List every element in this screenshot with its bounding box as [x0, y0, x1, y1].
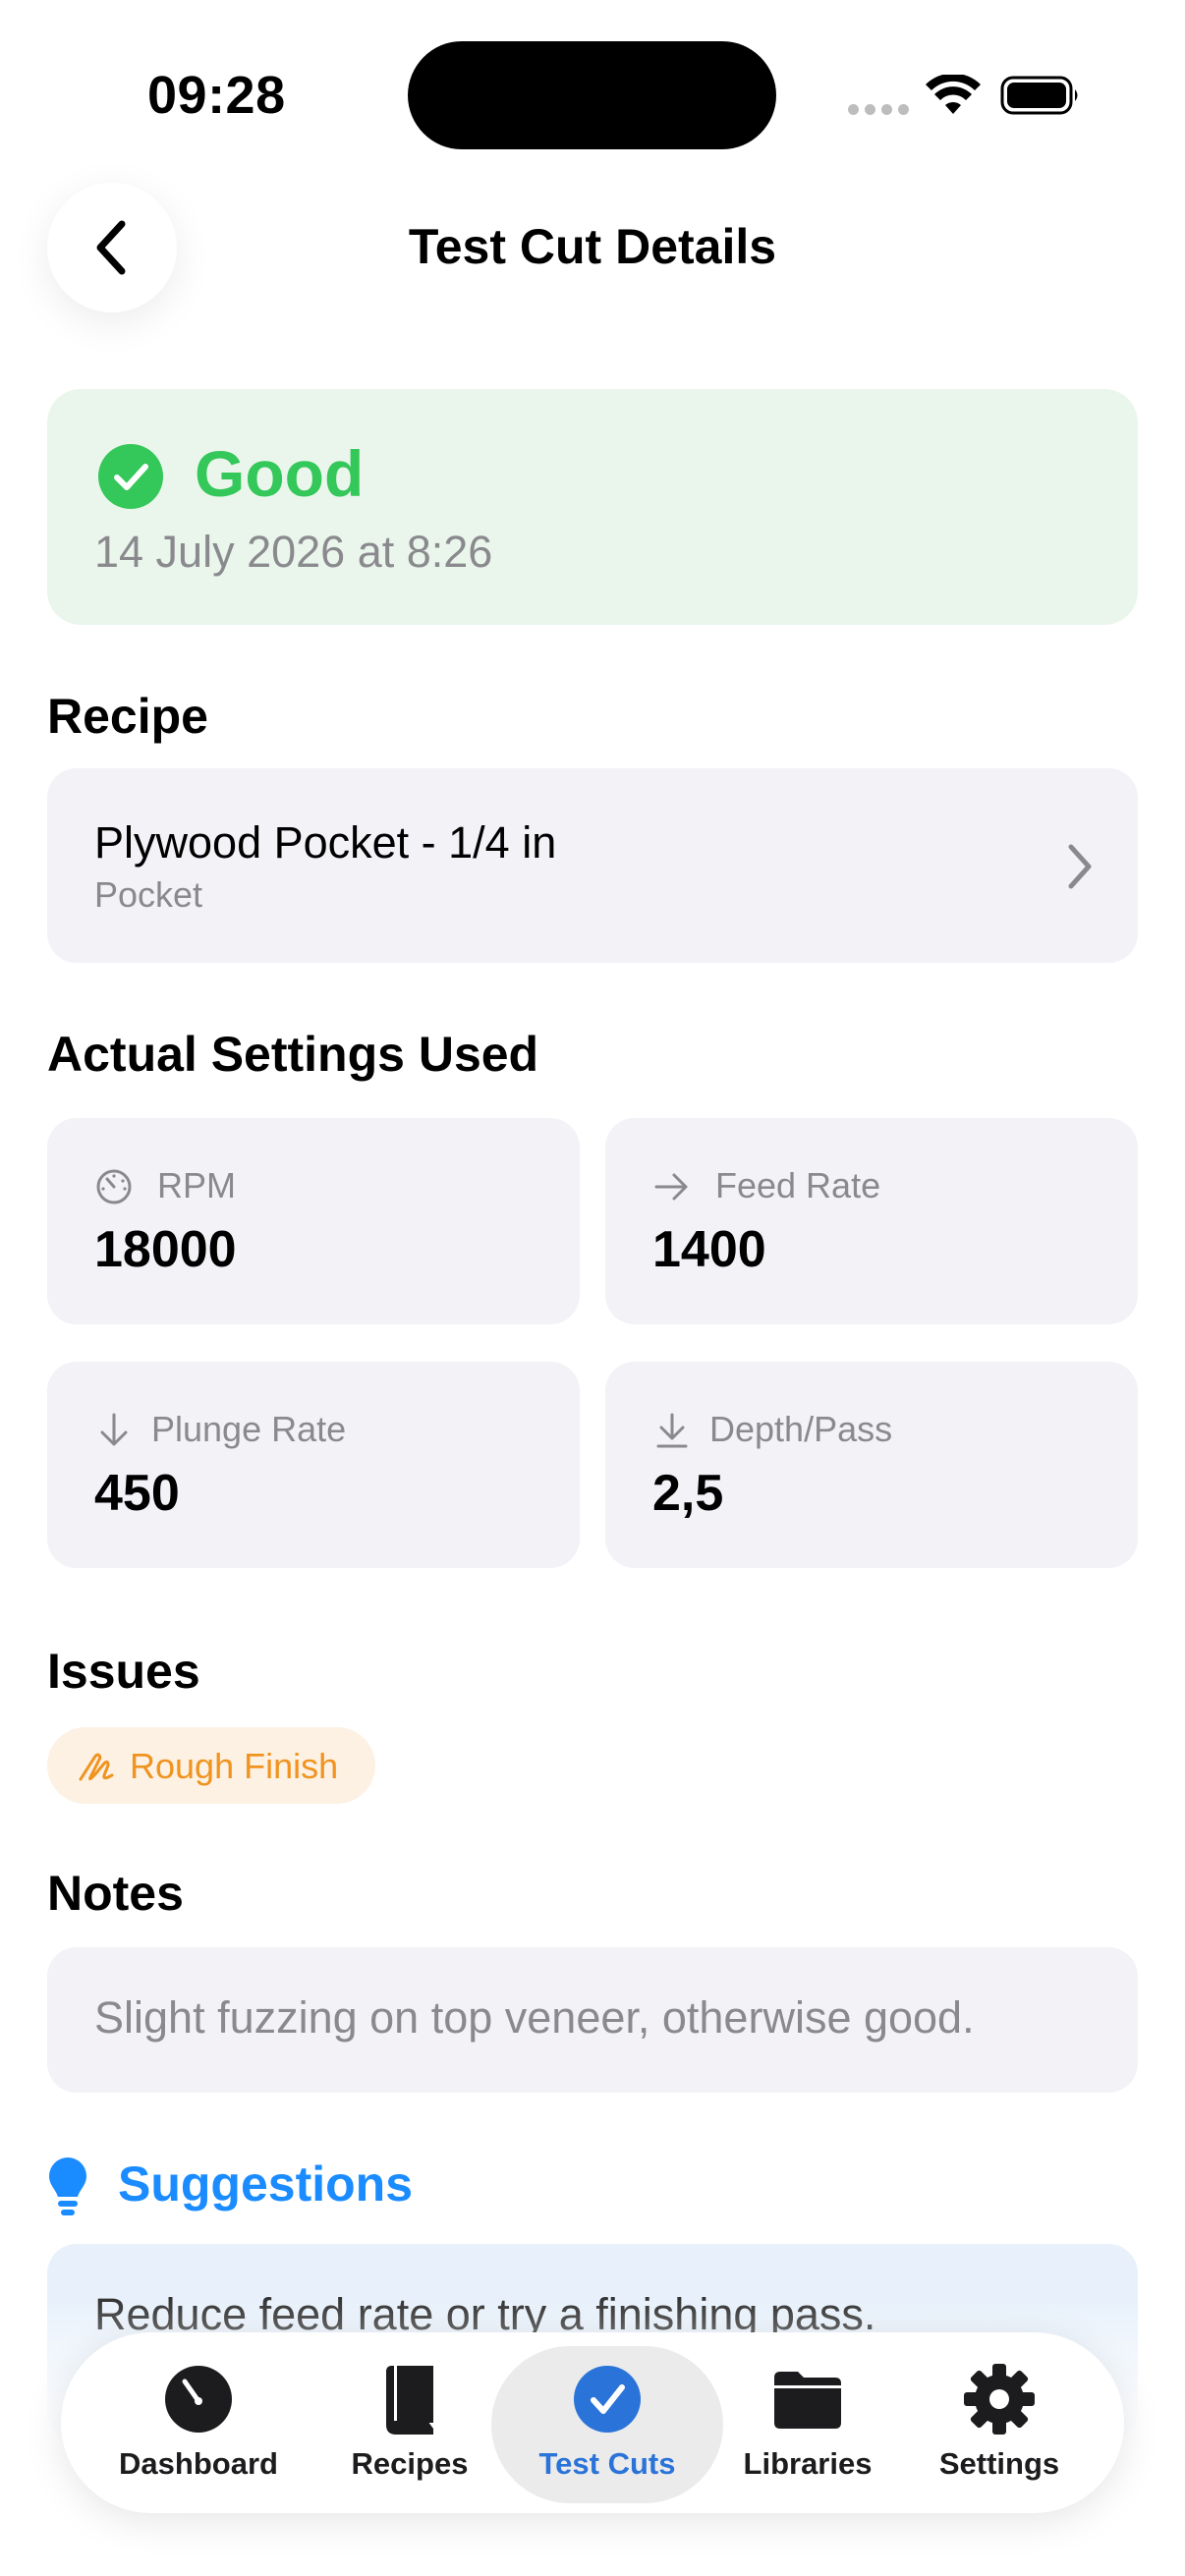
- result-date: 14 July 2026 at 8:26: [94, 527, 493, 577]
- tab-dashboard[interactable]: Dashboard: [90, 2358, 307, 2495]
- notes-card: Slight fuzzing on top veneer, otherwise …: [47, 1947, 1138, 2093]
- setting-label: Plunge Rate: [151, 1409, 347, 1449]
- settings-section-title: Actual Settings Used: [47, 1027, 539, 1082]
- wifi-icon: [926, 75, 981, 114]
- notes-text: Slight fuzzing on top veneer, otherwise …: [94, 1992, 975, 2043]
- folder-icon: [774, 2372, 841, 2429]
- tab-recipes[interactable]: Recipes: [302, 2358, 518, 2495]
- recipe-section-title: Recipe: [47, 689, 208, 744]
- setting-value: 2,5: [652, 1465, 724, 1522]
- setting-card-depth-pass: Depth/Pass 2,5: [605, 1362, 1138, 1568]
- suggestions-section-title: Suggestions: [118, 2156, 414, 2212]
- tab-settings[interactable]: Settings: [891, 2358, 1107, 2495]
- result-card: Good 14 July 2026 at 8:26: [47, 389, 1138, 625]
- scribble-icon: [79, 1753, 114, 1781]
- arrow-down-icon: [100, 1413, 128, 1446]
- setting-label: RPM: [157, 1165, 236, 1205]
- dynamic-island: [408, 41, 776, 149]
- status-time: 09:28: [147, 66, 286, 125]
- page-title: Test Cut Details: [408, 219, 777, 274]
- tab-label: Settings: [938, 2446, 1060, 2481]
- issues-section-title: Issues: [47, 1644, 200, 1699]
- tab-test-cuts[interactable]: Test Cuts: [499, 2358, 715, 2495]
- arrow-right-icon: [654, 1173, 688, 1201]
- recipe-type: Pocket: [94, 874, 203, 915]
- battery-icon: [1000, 76, 1078, 115]
- gauge-icon: [96, 1169, 132, 1204]
- arrow-down-to-line-icon: [656, 1413, 688, 1448]
- setting-value: 1400: [652, 1221, 766, 1278]
- result-status: Good: [195, 437, 365, 510]
- setting-card-feed-rate: Feed Rate 1400: [605, 1118, 1138, 1324]
- cellular-signal-icon: [848, 104, 909, 115]
- notes-section-title: Notes: [47, 1866, 184, 1921]
- setting-label: Depth/Pass: [709, 1409, 893, 1449]
- recipe-name: Plywood Pocket - 1/4 in: [94, 817, 557, 868]
- checkmark-circle-icon: [98, 444, 163, 509]
- tab-libraries[interactable]: Libraries: [700, 2358, 916, 2495]
- lightbulb-icon: [49, 2157, 86, 2215]
- recipe-card[interactable]: Plywood Pocket - 1/4 in Pocket: [47, 768, 1138, 963]
- issue-chip: Rough Finish: [47, 1727, 375, 1804]
- status-bar: 09:28: [0, 0, 1185, 187]
- tab-label: Recipes: [351, 2446, 469, 2481]
- checkmark-circle-icon: [574, 2366, 641, 2433]
- setting-label: Feed Rate: [715, 1165, 881, 1205]
- issue-label: Rough Finish: [130, 1746, 339, 1786]
- book-icon: [386, 2366, 433, 2435]
- chevron-right-icon: [1068, 844, 1092, 889]
- tab-label: Libraries: [743, 2446, 873, 2481]
- setting-card-plunge-rate: Plunge Rate 450: [47, 1362, 580, 1568]
- setting-value: 18000: [94, 1221, 237, 1278]
- tab-label: Dashboard: [119, 2446, 278, 2481]
- setting-value: 450: [94, 1465, 180, 1522]
- gauge-icon: [165, 2366, 232, 2433]
- gear-icon: [964, 2364, 1035, 2435]
- setting-card-rpm: RPM 18000: [47, 1118, 580, 1324]
- tab-label: Test Cuts: [538, 2446, 676, 2481]
